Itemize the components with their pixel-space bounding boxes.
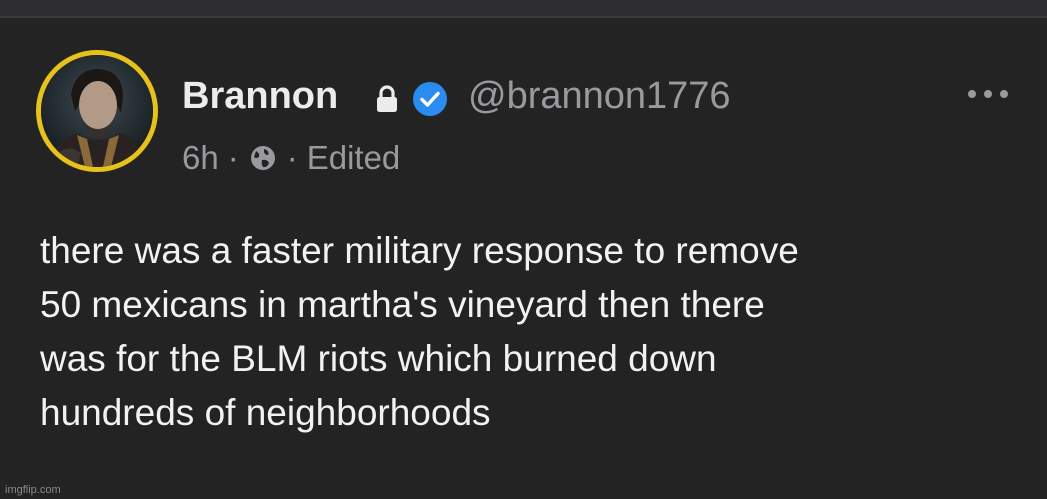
post-body-text: there was a faster military response to … (40, 230, 799, 433)
meta-separator: · (227, 139, 239, 176)
watermark: imgflip.com (5, 484, 61, 496)
post-time[interactable]: 6h (182, 139, 219, 177)
profile-photo (41, 55, 153, 167)
lock-icon (377, 85, 397, 112)
avatar[interactable] (36, 50, 158, 172)
post-card: Brannon @brannon1776 6h · · Edited there… (0, 0, 1047, 499)
verified-badge-icon (413, 82, 447, 116)
top-bar (0, 0, 1047, 18)
author-display-name[interactable]: Brannon (182, 74, 338, 118)
edited-label[interactable]: Edited (307, 139, 401, 177)
globe-icon (250, 146, 275, 170)
meta-separator: · (286, 139, 298, 176)
more-options-icon[interactable] (966, 86, 1010, 102)
post-meta: 6h · · Edited (182, 136, 400, 180)
author-handle[interactable]: @brannon1776 (468, 74, 731, 118)
